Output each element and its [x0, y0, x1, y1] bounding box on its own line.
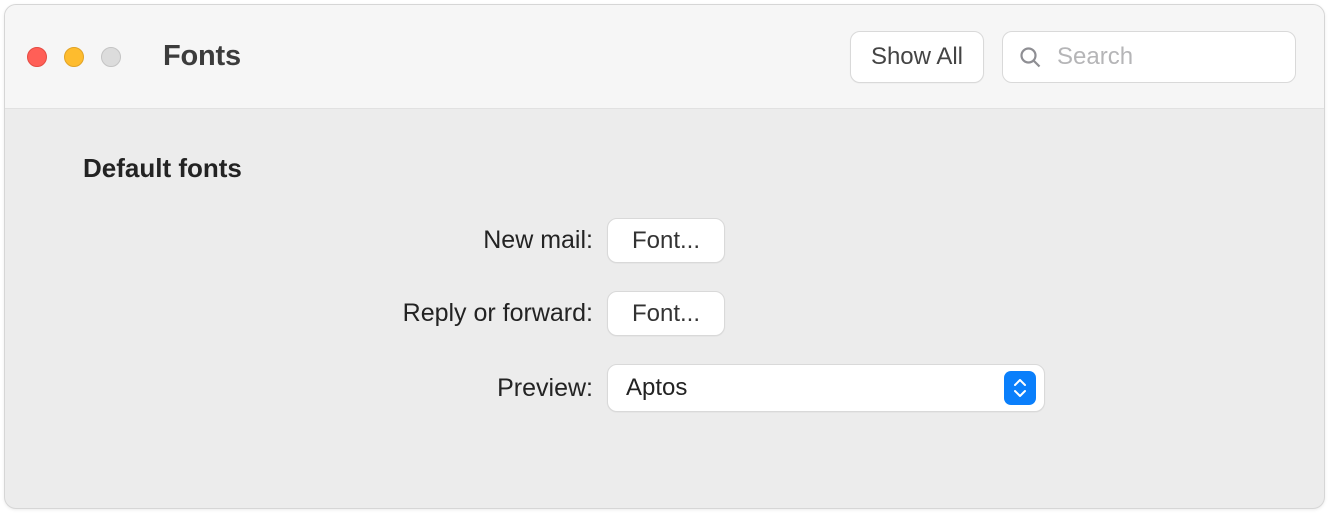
reply-forward-label: Reply or forward: [83, 299, 607, 328]
preview-label: Preview: [83, 374, 607, 403]
search-field-wrap [1002, 31, 1296, 83]
preview-font-value: Aptos [626, 374, 1004, 402]
row-preview: Preview: Aptos [83, 364, 1254, 412]
window-title: Fonts [163, 40, 241, 73]
section-title: Default fonts [83, 153, 1254, 184]
minimize-window-button[interactable] [64, 47, 84, 67]
content-area: Default fonts New mail: Font... Reply or… [5, 109, 1324, 508]
row-new-mail: New mail: Font... [83, 218, 1254, 263]
titlebar: Fonts Show All [5, 5, 1324, 109]
search-input[interactable] [1002, 31, 1296, 83]
popup-arrows-icon [1004, 371, 1036, 405]
close-window-button[interactable] [27, 47, 47, 67]
traffic-lights [27, 47, 121, 67]
new-mail-font-button[interactable]: Font... [607, 218, 725, 263]
show-all-button[interactable]: Show All [850, 31, 984, 83]
new-mail-label: New mail: [83, 226, 607, 255]
zoom-window-button [101, 47, 121, 67]
preview-font-popup[interactable]: Aptos [607, 364, 1045, 412]
preferences-window: Fonts Show All Default fonts New mail: F… [4, 4, 1325, 509]
row-reply-forward: Reply or forward: Font... [83, 291, 1254, 336]
reply-forward-font-button[interactable]: Font... [607, 291, 725, 336]
form-rows: New mail: Font... Reply or forward: Font… [83, 218, 1254, 412]
